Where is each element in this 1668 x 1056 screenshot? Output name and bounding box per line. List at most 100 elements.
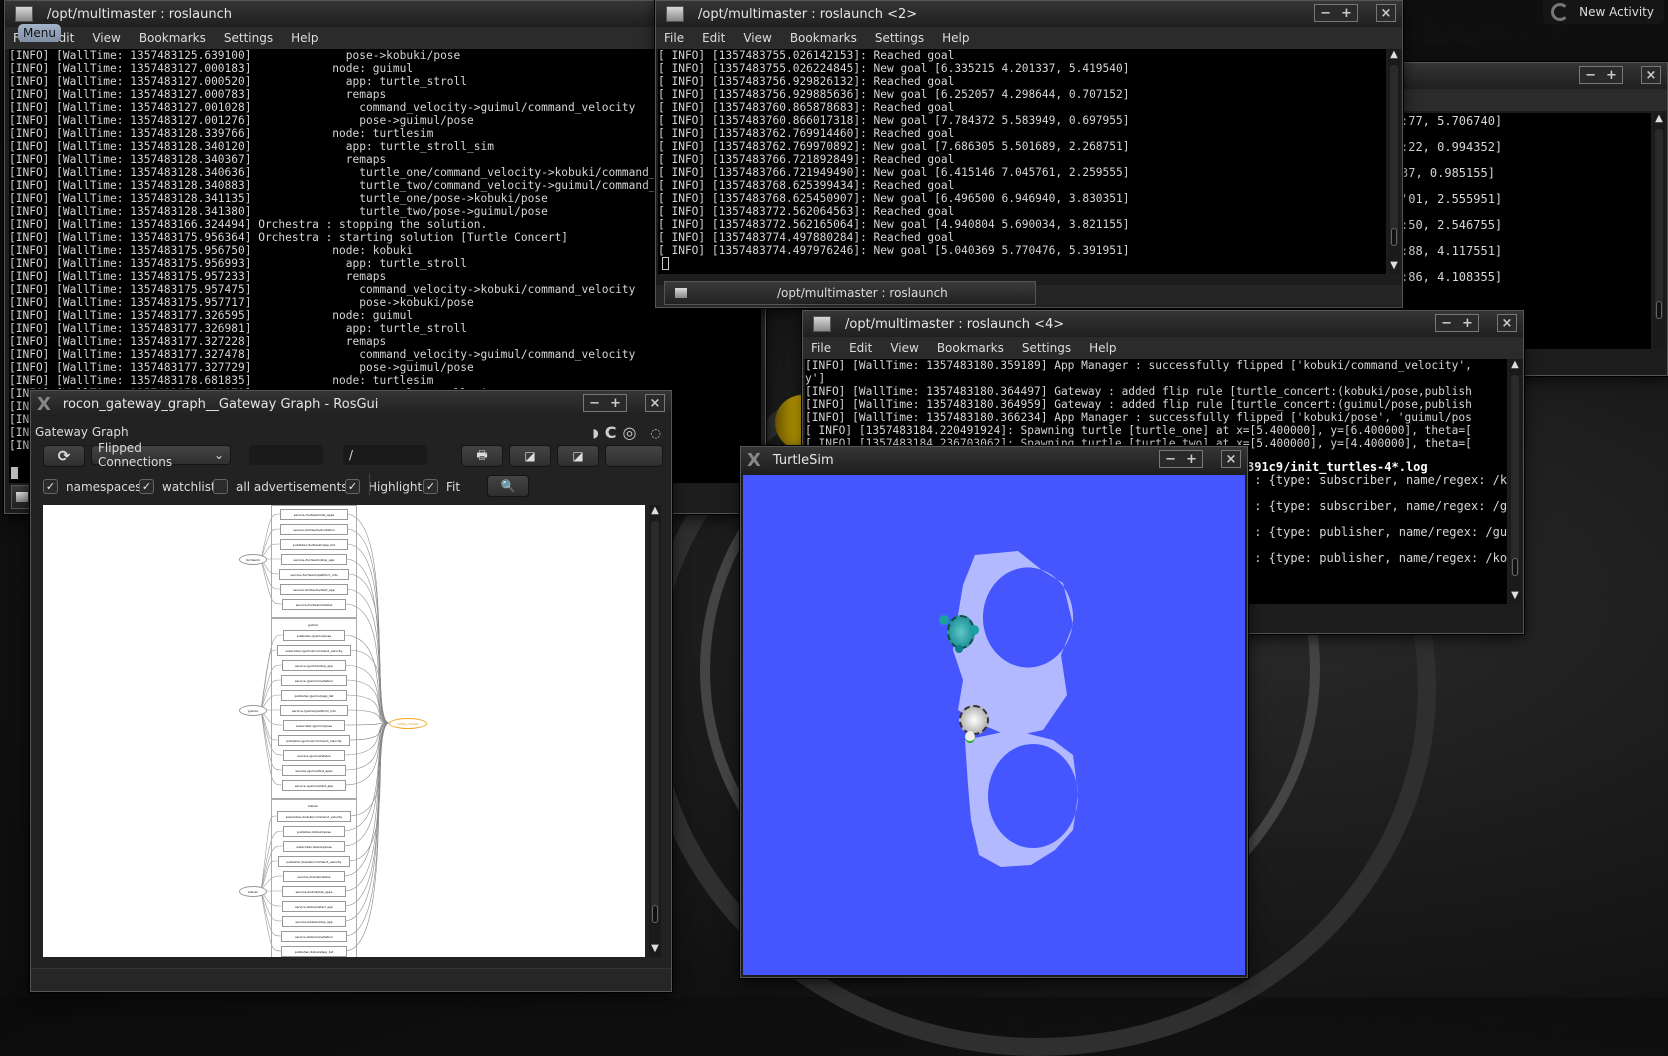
- reload-icon[interactable]: ◎: [623, 423, 637, 442]
- graph-node[interactable]: service-/kobuki/stop_app: [282, 916, 346, 927]
- graph-node[interactable]: publisher-/guimul/pose: [283, 630, 345, 641]
- checkbox-highlight[interactable]: ✓ Highlight: [345, 479, 422, 494]
- close-panel-icon[interactable]: ◌: [651, 426, 661, 440]
- turtlesim-window[interactable]: X TurtleSim − + ×: [740, 446, 1248, 978]
- checkbox-all-advertisements[interactable]: all advertisements: [213, 479, 348, 494]
- checkbox-namespaces[interactable]: ✓ namespaces: [43, 479, 142, 494]
- graph-node[interactable]: publisher-/kobuki/app_list: [281, 946, 347, 957]
- graph-node[interactable]: service-/guimul/stop_app: [282, 660, 346, 671]
- menu-edit[interactable]: Edit: [702, 31, 725, 45]
- graph-node[interactable]: service-/turtlesim/start_app: [280, 584, 348, 595]
- graph-node[interactable]: publisher-/kobuki/pose: [283, 826, 345, 837]
- minimize-icon[interactable]: −: [1585, 68, 1596, 83]
- graph-mode-dropdown[interactable]: Flipped Connections ⌄: [91, 441, 231, 469]
- menu-bookmarks[interactable]: Bookmarks: [790, 31, 857, 45]
- checkmark-icon[interactable]: ✓: [43, 479, 58, 494]
- close-button[interactable]: ×: [645, 394, 665, 412]
- terminal-window-2[interactable]: /opt/multimaster : roslaunch <2> − + × Fi…: [655, 0, 1403, 308]
- graph-node[interactable]: publisher-/guimul/app_list: [281, 690, 347, 701]
- titlebar[interactable]: X rocon_gateway_graph__Gateway Graph - R…: [31, 391, 671, 417]
- titlebar[interactable]: /opt/multimaster : roslaunch <2> − + ×: [656, 1, 1402, 27]
- scrollbar[interactable]: ▲ ▼: [1388, 49, 1400, 274]
- graph-node[interactable]: service-/turtlesim/stop_app: [280, 554, 348, 565]
- graph-hub-node[interactable]: turtlesim: [239, 554, 267, 565]
- menu-settings[interactable]: Settings: [875, 31, 924, 45]
- scrollbar[interactable]: ▲: [1653, 113, 1665, 349]
- titlebar[interactable]: /opt/multimaster : roslaunch <4> − + ×: [803, 311, 1523, 337]
- menu-help[interactable]: Help: [942, 31, 969, 45]
- graph-node[interactable]: subscriber-/guimul/command_velocity: [277, 645, 351, 656]
- scroll-down-icon[interactable]: ▼: [649, 943, 661, 957]
- menu-edit[interactable]: Edit: [849, 341, 872, 355]
- graph-hub-node[interactable]: guimul: [239, 705, 267, 716]
- minimize-maximize-buttons[interactable]: − +: [1314, 4, 1358, 22]
- minimize-maximize-buttons[interactable]: − +: [1159, 450, 1203, 468]
- titlebar[interactable]: − + ×: [1399, 63, 1667, 89]
- scrollbar[interactable]: ▲ ▼: [1509, 359, 1521, 604]
- scroll-down-icon[interactable]: ▼: [1509, 590, 1521, 604]
- maximize-icon[interactable]: +: [1186, 452, 1197, 467]
- menu-view[interactable]: View: [743, 31, 771, 45]
- graph-node[interactable]: service-/turtlesim/list_apps: [280, 509, 348, 520]
- graph-node[interactable]: service-/turtlesim/platform_info: [278, 569, 350, 580]
- menu-view[interactable]: View: [92, 31, 120, 45]
- graph-node[interactable]: publisher-/kobuki/command_velocity: [277, 856, 351, 867]
- minimize-maximize-buttons[interactable]: − +: [1579, 66, 1623, 84]
- graph-node[interactable]: subscriber-/kobuki/command_velocity: [277, 811, 351, 822]
- graph-target-node[interactable]: turtle_concert: [389, 718, 427, 729]
- graph-node[interactable]: subscriber-/guimul/pose: [282, 720, 346, 731]
- checkbox-empty-icon[interactable]: [213, 479, 228, 494]
- zoom-fit-button[interactable]: 🔍: [487, 475, 529, 497]
- maximize-icon[interactable]: +: [1462, 316, 1473, 331]
- maximize-icon[interactable]: +: [1341, 6, 1352, 21]
- terminal-tab-roslaunch[interactable]: /opt/multimaster : roslaunch: [664, 281, 1036, 305]
- save-image-button[interactable]: ◪: [557, 445, 599, 467]
- titlebar[interactable]: X TurtleSim − + ×: [741, 447, 1247, 473]
- refresh-button[interactable]: ⟳: [43, 445, 85, 467]
- extra-button[interactable]: [605, 445, 663, 467]
- scroll-up-icon[interactable]: ▲: [1388, 49, 1400, 63]
- panel-controls[interactable]: ◗ C ◎ ◌: [592, 423, 661, 442]
- scroll-up-icon[interactable]: ▲: [649, 505, 661, 519]
- checkbox-watchlist[interactable]: ✓ watchlist: [139, 479, 216, 494]
- dock-icon[interactable]: ◗: [592, 426, 598, 440]
- minimize-maximize-buttons[interactable]: − +: [1435, 314, 1479, 332]
- scroll-up-icon[interactable]: ▲: [1509, 359, 1521, 373]
- minimize-icon[interactable]: −: [1320, 6, 1331, 21]
- menu-settings[interactable]: Settings: [1022, 341, 1071, 355]
- checkmark-icon[interactable]: ✓: [423, 479, 438, 494]
- checkbox-fit[interactable]: ✓ Fit: [423, 479, 460, 494]
- graph-node[interactable]: publisher-/turtlesim/app_list: [279, 539, 349, 550]
- graph-node[interactable]: publisher-/guimul/command_velocity: [277, 735, 351, 746]
- scroll-down-icon[interactable]: ▼: [1388, 260, 1400, 274]
- graph-node[interactable]: subscriber-/kobuki/pose: [282, 841, 346, 852]
- graph-node[interactable]: service-/kobuki/invitation: [281, 931, 347, 942]
- save-dot-button[interactable]: ◪: [509, 445, 551, 467]
- graph-node[interactable]: service-/guimul/list_apps: [281, 765, 347, 776]
- graph-node[interactable]: service-/guimul/status: [283, 750, 345, 761]
- menu-file[interactable]: File: [664, 31, 684, 45]
- menu-help[interactable]: Help: [291, 31, 318, 45]
- graph-scrollbar[interactable]: ▲ ▼: [649, 505, 661, 957]
- graph-hub-node[interactable]: kobuki: [239, 886, 267, 897]
- menu-view[interactable]: View: [890, 341, 918, 355]
- graph-node[interactable]: service-/turtlesim/status: [281, 599, 347, 610]
- graph-node[interactable]: service-/kobuki/status: [283, 871, 345, 882]
- graph-node[interactable]: service-/kobuki/start_app: [281, 901, 347, 912]
- titlebar[interactable]: /opt/multimaster : roslaunch: [5, 1, 765, 27]
- menu-bookmarks[interactable]: Bookmarks: [937, 341, 1004, 355]
- close-button[interactable]: ×: [1376, 4, 1396, 22]
- gateway-graph-window[interactable]: X rocon_gateway_graph__Gateway Graph - R…: [30, 390, 672, 992]
- graph-node[interactable]: service-/turtlesim/invitation: [279, 524, 349, 535]
- help-icon[interactable]: C: [605, 423, 617, 442]
- menu-help[interactable]: Help: [1089, 341, 1116, 355]
- maximize-icon[interactable]: +: [1606, 68, 1617, 83]
- graph-canvas[interactable]: service-/turtlesim/list_apps service-/tur…: [43, 505, 645, 957]
- minimize-maximize-buttons[interactable]: − +: [583, 394, 627, 412]
- graph-node[interactable]: service-/kobuki/list_apps: [281, 886, 347, 897]
- print-button[interactable]: 🖶: [461, 445, 503, 467]
- checkmark-icon[interactable]: ✓: [345, 479, 360, 494]
- close-button[interactable]: ×: [1641, 66, 1661, 84]
- menu-file[interactable]: File: [811, 341, 831, 355]
- close-button[interactable]: ×: [1221, 450, 1241, 468]
